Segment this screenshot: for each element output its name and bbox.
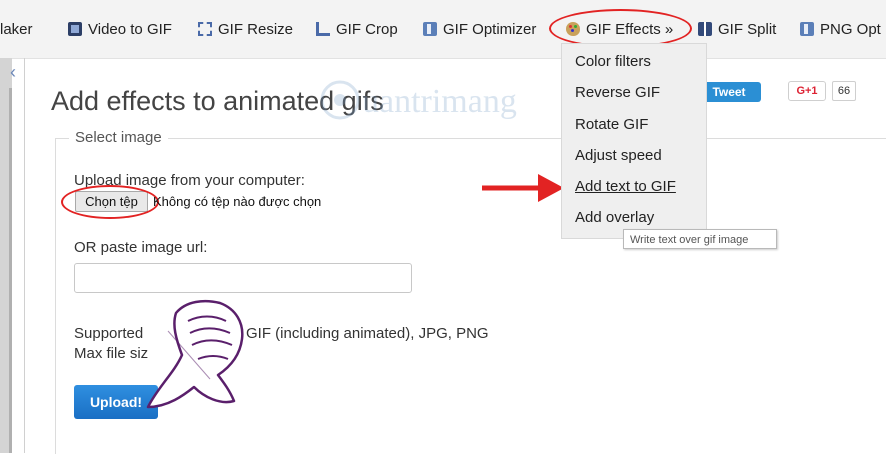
nav-item-label: PNG Opt [820,20,881,38]
left-scroll-strip [0,58,12,453]
split-icon [698,22,712,36]
nav-item-video-to-gif[interactable]: Video to GIF [68,18,172,40]
gplus-count-badge: 66 [832,81,856,101]
fieldset-legend: Select image [69,129,168,146]
watermark-logo: uantrimang [320,80,517,120]
gplus-label: G+1 [796,85,818,97]
upload-label-text: Upload! [89,394,143,410]
menu-item-reverse-gif[interactable]: Reverse GIF [575,84,660,106]
menu-item-add-text-to-gif[interactable]: Add text to GIF [575,178,676,200]
url-label: OR paste image url: [74,239,208,256]
nav-item-label: GIF Crop [336,20,398,38]
effects-dropdown-menu: Color filters Reverse GIF Rotate GIF Adj… [561,43,707,239]
choose-file-highlight-circle [61,185,159,219]
optimizer-icon [423,22,437,36]
nav-item-label: laker [0,20,33,38]
menu-item-rotate-gif[interactable]: Rotate GIF [575,116,648,138]
menu-item-add-overlay[interactable]: Add overlay [575,209,654,231]
divider [24,58,25,453]
scrollbar[interactable] [9,88,12,453]
tooltip: Write text over gif image [623,229,777,249]
nav-item-gif-optimizer[interactable]: GIF Optimizer [423,18,536,40]
supported-formats: GIF (including animated), JPG, PNG [246,325,489,342]
pointing-hand-annotation [146,299,244,409]
nav-item-label: Video to GIF [88,20,172,38]
tweet-label: Tweet [712,85,746,99]
menu-item-color-filters[interactable]: Color filters [575,53,651,75]
nav-item-gif-resize[interactable]: GIF Resize [198,18,293,40]
no-file-chosen-text: Không có tệp nào được chọn [153,194,322,209]
nav-item-gif-split[interactable]: GIF Split [698,18,776,40]
google-plus-button[interactable]: G+1 [788,81,826,101]
film-icon [68,22,82,36]
resize-icon [198,22,212,36]
nav-item-gif-crop[interactable]: GIF Crop [316,18,398,40]
nav-item-label: GIF Optimizer [443,20,537,38]
red-arrow-annotation [482,174,564,202]
chevron-left-icon[interactable]: ‹ [10,62,16,83]
supported-label: Supported [74,325,144,342]
svg-text:uantrimang: uantrimang [362,83,517,120]
nav-item-png-optimizer[interactable]: PNG Opt [800,18,881,40]
optimizer-icon [800,22,814,36]
image-url-input[interactable] [74,263,412,293]
menu-item-adjust-speed[interactable]: Adjust speed [575,147,662,169]
crop-icon [316,22,330,36]
top-nav: laker Video to GIF GIF Resize GIF Crop G… [0,0,886,59]
nav-item-maker[interactable]: laker [0,18,33,40]
nav-item-label: GIF Split [718,20,777,38]
nav-item-label: GIF Resize [218,20,294,38]
